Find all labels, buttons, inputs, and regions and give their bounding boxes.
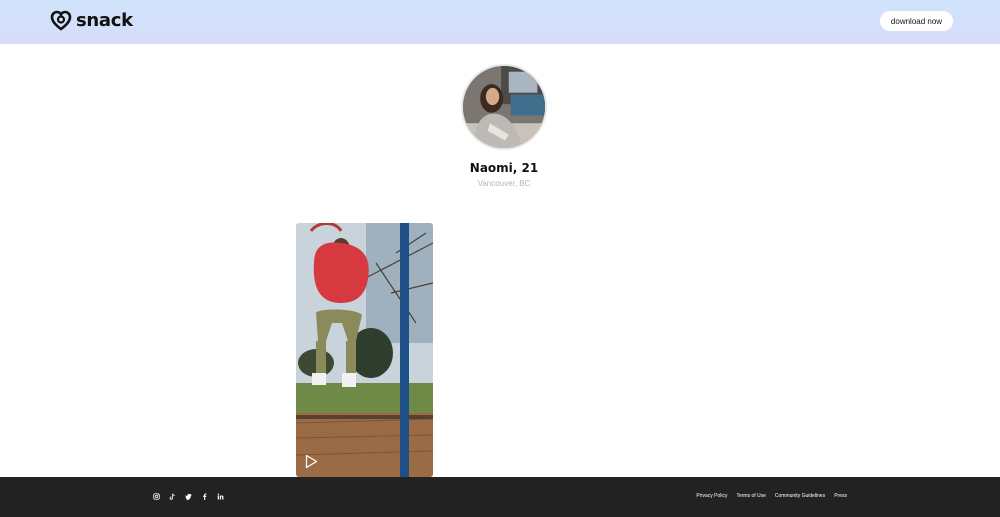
social-links bbox=[153, 493, 224, 500]
press-link[interactable]: Press bbox=[834, 493, 847, 500]
tiktok-icon[interactable] bbox=[169, 493, 176, 500]
footer-links: Privacy Policy Terms of Use Community Gu… bbox=[696, 493, 847, 500]
play-icon[interactable] bbox=[305, 454, 318, 469]
profile-name: Naomi, 21 bbox=[469, 161, 539, 175]
linkedin-icon[interactable] bbox=[217, 493, 224, 500]
profile-location: Vancouver, BC bbox=[477, 179, 531, 188]
privacy-policy-link[interactable]: Privacy Policy bbox=[696, 493, 727, 500]
download-now-button[interactable]: download now bbox=[880, 11, 953, 31]
terms-of-use-link[interactable]: Terms of Use bbox=[736, 493, 765, 500]
logo-text: snack bbox=[76, 10, 133, 31]
profile-avatar bbox=[461, 64, 547, 150]
top-header: snack download now bbox=[0, 0, 1000, 44]
instagram-icon[interactable] bbox=[153, 493, 160, 500]
facebook-icon[interactable] bbox=[201, 493, 208, 500]
community-guidelines-link[interactable]: Community Guidelines bbox=[775, 493, 825, 500]
heart-logo-icon bbox=[50, 10, 72, 31]
twitter-icon[interactable] bbox=[185, 493, 192, 500]
video-thumbnail[interactable] bbox=[296, 223, 433, 477]
video-thumbnail-image bbox=[296, 223, 433, 477]
page-footer: Privacy Policy Terms of Use Community Gu… bbox=[0, 477, 1000, 517]
snack-logo[interactable]: snack bbox=[50, 10, 133, 32]
